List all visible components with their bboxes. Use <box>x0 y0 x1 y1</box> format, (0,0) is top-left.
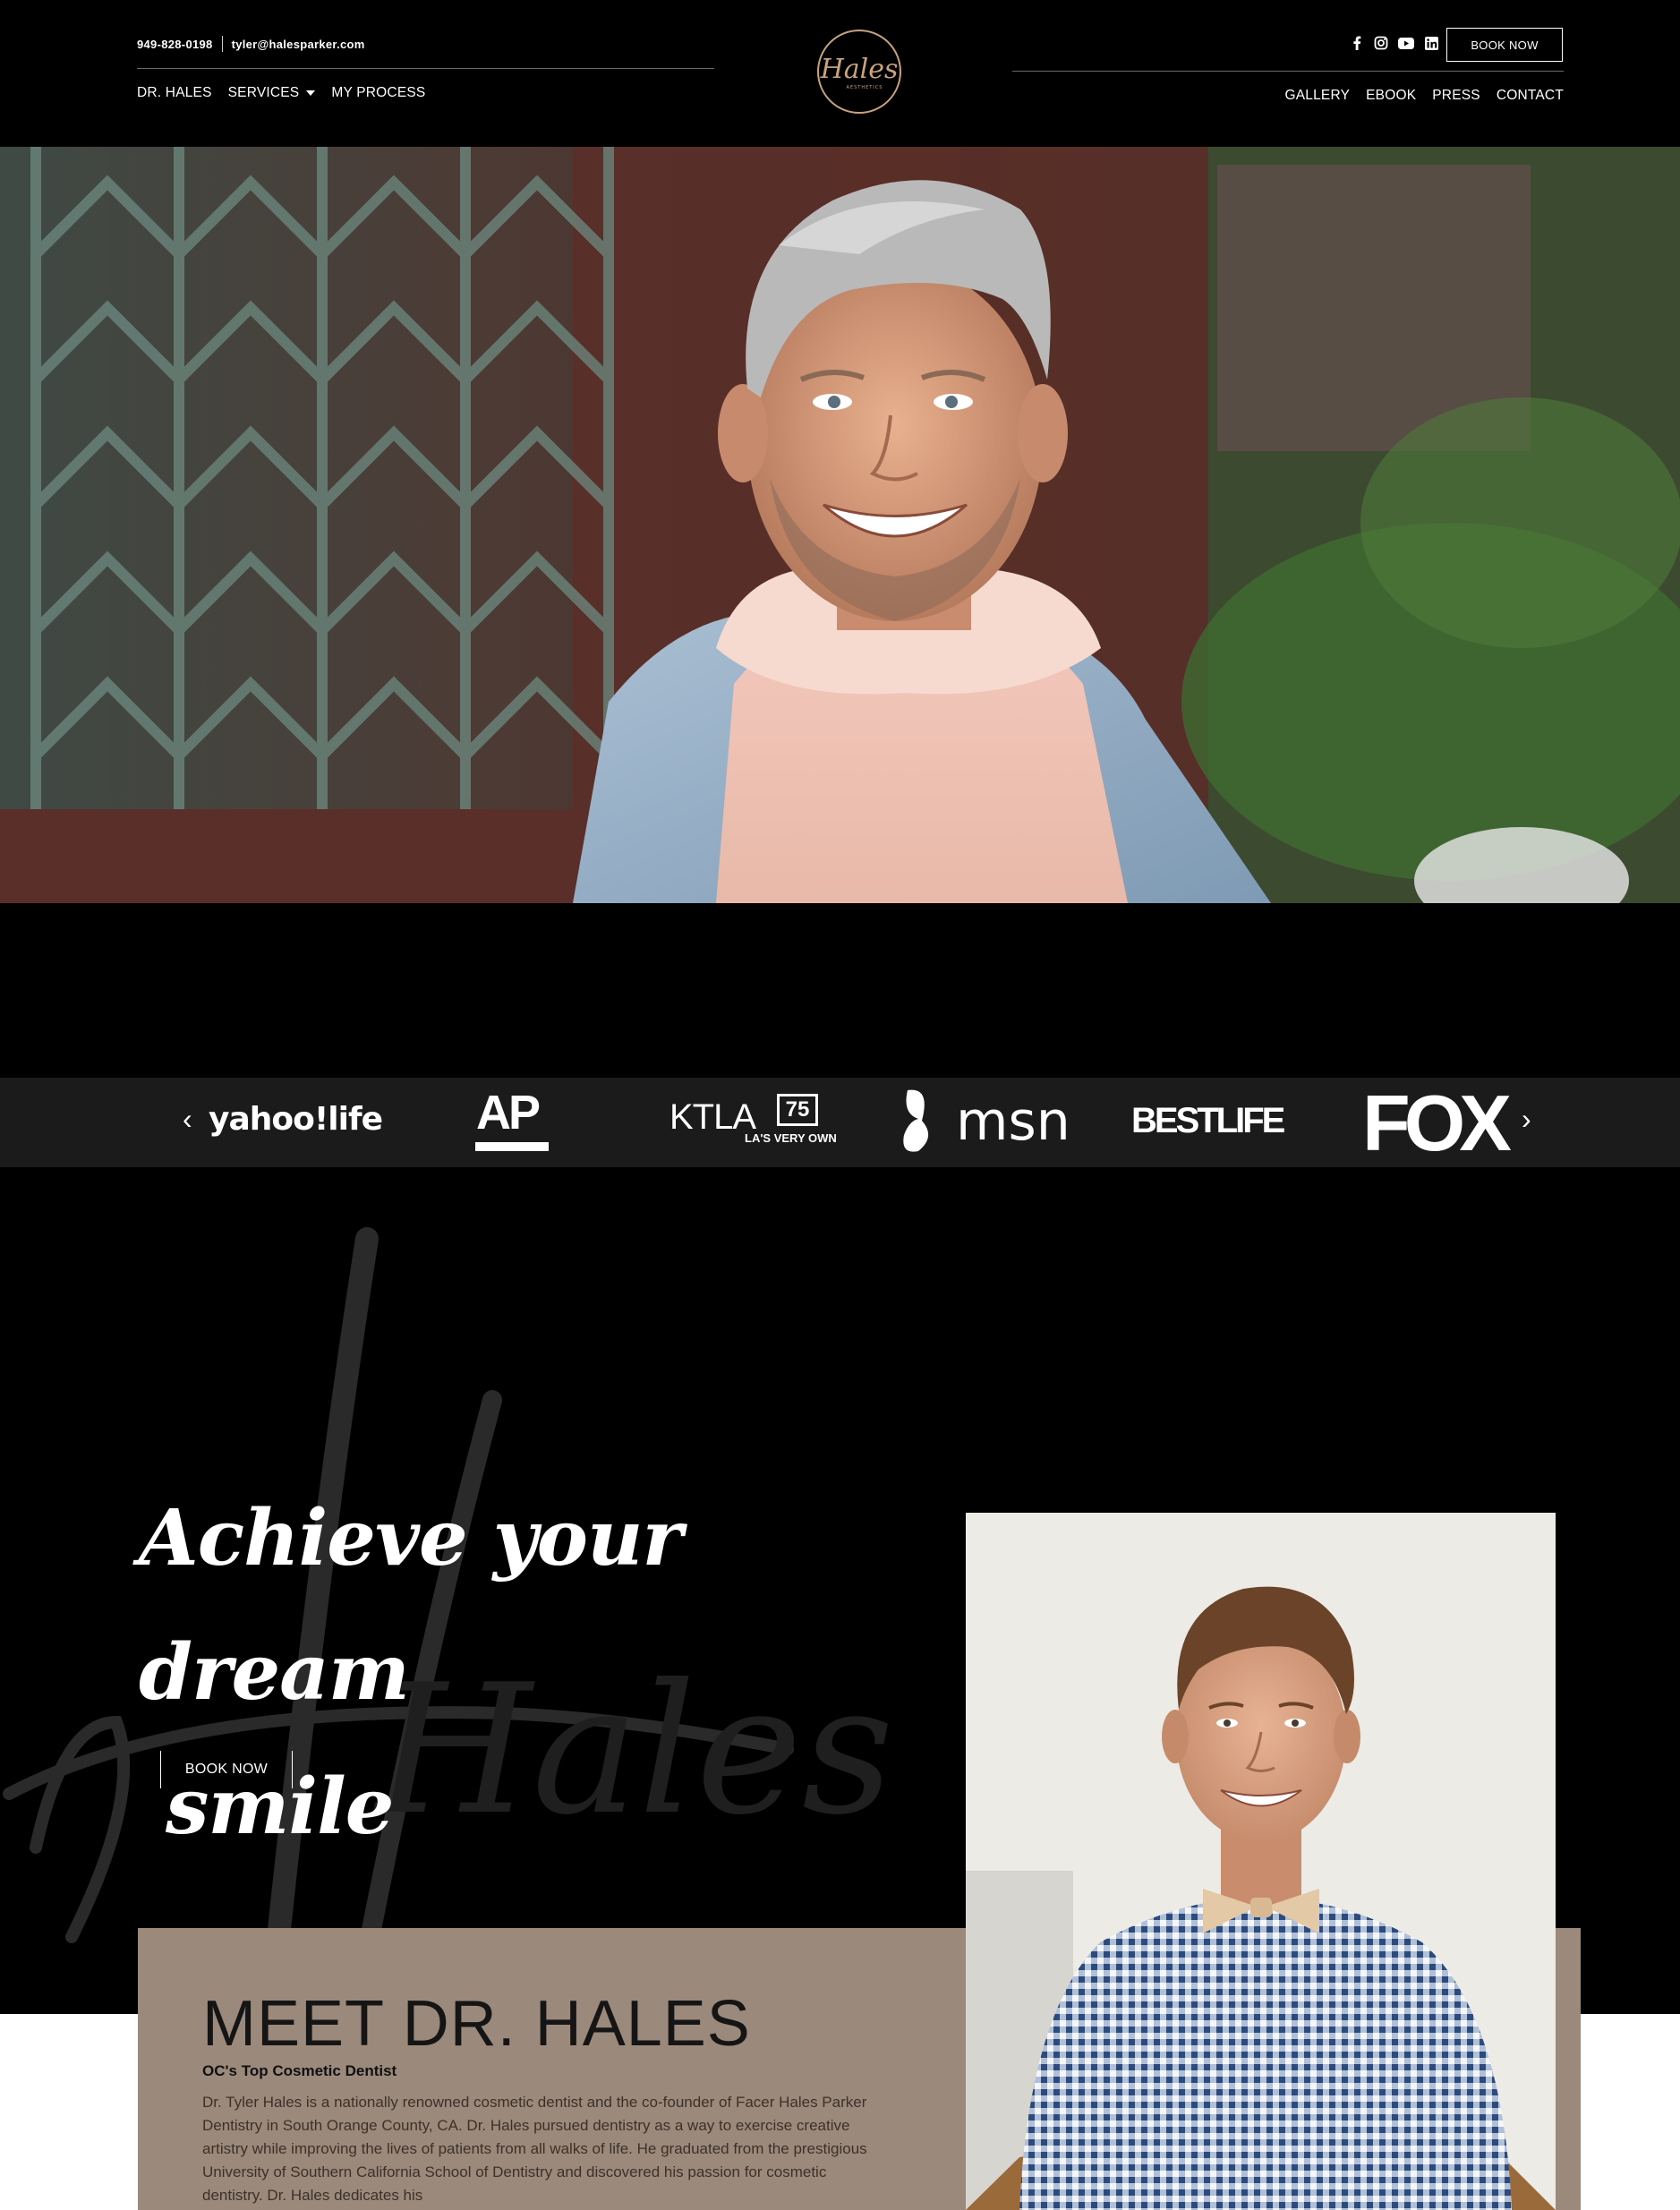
ktla-tagline: LA'S VERY OWN <box>745 1131 837 1145</box>
fox-logo: FOX <box>1362 1079 1512 1167</box>
nav-right: GALLERY EBOOK PRESS CONTACT <box>1284 88 1564 104</box>
meet-subtitle: OC's Top Cosmetic Dentist <box>202 2062 397 2079</box>
svg-text:Hales: Hales <box>820 54 899 85</box>
phone-link[interactable]: 949-828-0198 <box>137 38 213 51</box>
nav-press[interactable]: PRESS <box>1432 88 1480 104</box>
facebook-icon[interactable] <box>1350 36 1364 50</box>
site-header: 949-828-0198 tyler@halesparker.com DR. H… <box>0 0 1680 147</box>
yahoo-life-logo: yahoo!life <box>209 1101 383 1138</box>
hero-bottom-band <box>0 903 1680 1078</box>
achieve-headline: Achieve your dream smile <box>139 1472 783 1874</box>
svg-text:AESTHETICS: AESTHETICS <box>847 85 883 90</box>
ktla-logo: KTLA <box>669 1097 756 1137</box>
ap-logo-underline <box>475 1142 549 1151</box>
msn-butterfly-icon <box>903 1089 929 1152</box>
email-link[interactable]: tyler@halesparker.com <box>232 38 365 51</box>
nav-left: DR. HALES SERVICES MY PROCESS <box>137 85 425 101</box>
ktla-75-badge: 75 <box>777 1094 818 1126</box>
chevron-right-icon[interactable]: › <box>1522 1105 1531 1133</box>
chevron-down-icon <box>306 90 316 96</box>
meet-title: MEET DR. HALES <box>202 1988 751 2060</box>
contact-row: 949-828-0198 tyler@halesparker.com <box>137 36 365 52</box>
ap-logo: AP <box>476 1086 541 1139</box>
nav-contact[interactable]: CONTACT <box>1497 88 1564 104</box>
msn-logo: msn <box>956 1090 1070 1153</box>
meet-body: Dr. Tyler Hales is a nationally renowned… <box>202 2094 867 2204</box>
nav-ebook[interactable]: EBOOK <box>1366 88 1416 104</box>
nav-services-label: SERVICES <box>227 85 300 100</box>
header-rule-left <box>137 68 714 69</box>
contact-divider <box>221 36 223 52</box>
headline-line-1: Achieve your dream <box>139 1493 683 1718</box>
book-now-button-hero[interactable]: BOOK NOW <box>160 1751 293 1788</box>
header-rule-right <box>1012 71 1564 72</box>
dr-hales-photo <box>966 1513 1556 2210</box>
hales-logo[interactable]: Hales AESTHETICS <box>814 26 904 117</box>
nav-dr-hales[interactable]: DR. HALES <box>137 85 212 101</box>
dr-hales-portrait <box>966 1513 1556 2210</box>
nav-services[interactable]: SERVICES <box>228 85 316 101</box>
book-now-button-header[interactable]: BOOK NOW <box>1446 28 1563 62</box>
linkedin-icon[interactable] <box>1424 36 1438 50</box>
nav-gallery[interactable]: GALLERY <box>1284 88 1350 104</box>
press-logos-carousel: ‹ yahoo!life AP KTLA 75 LA'S VERY OWN ms… <box>0 1078 1680 1167</box>
bestlife-logo: BESTLIFE <box>1131 1101 1285 1140</box>
chevron-left-icon[interactable]: ‹ <box>183 1105 192 1133</box>
social-links <box>1350 36 1438 50</box>
youtube-icon[interactable] <box>1398 36 1414 50</box>
instagram-icon[interactable] <box>1374 36 1388 50</box>
hero-portrait-image <box>0 147 1680 903</box>
nav-my-process[interactable]: MY PROCESS <box>331 85 425 101</box>
hero-photo <box>0 147 1680 903</box>
